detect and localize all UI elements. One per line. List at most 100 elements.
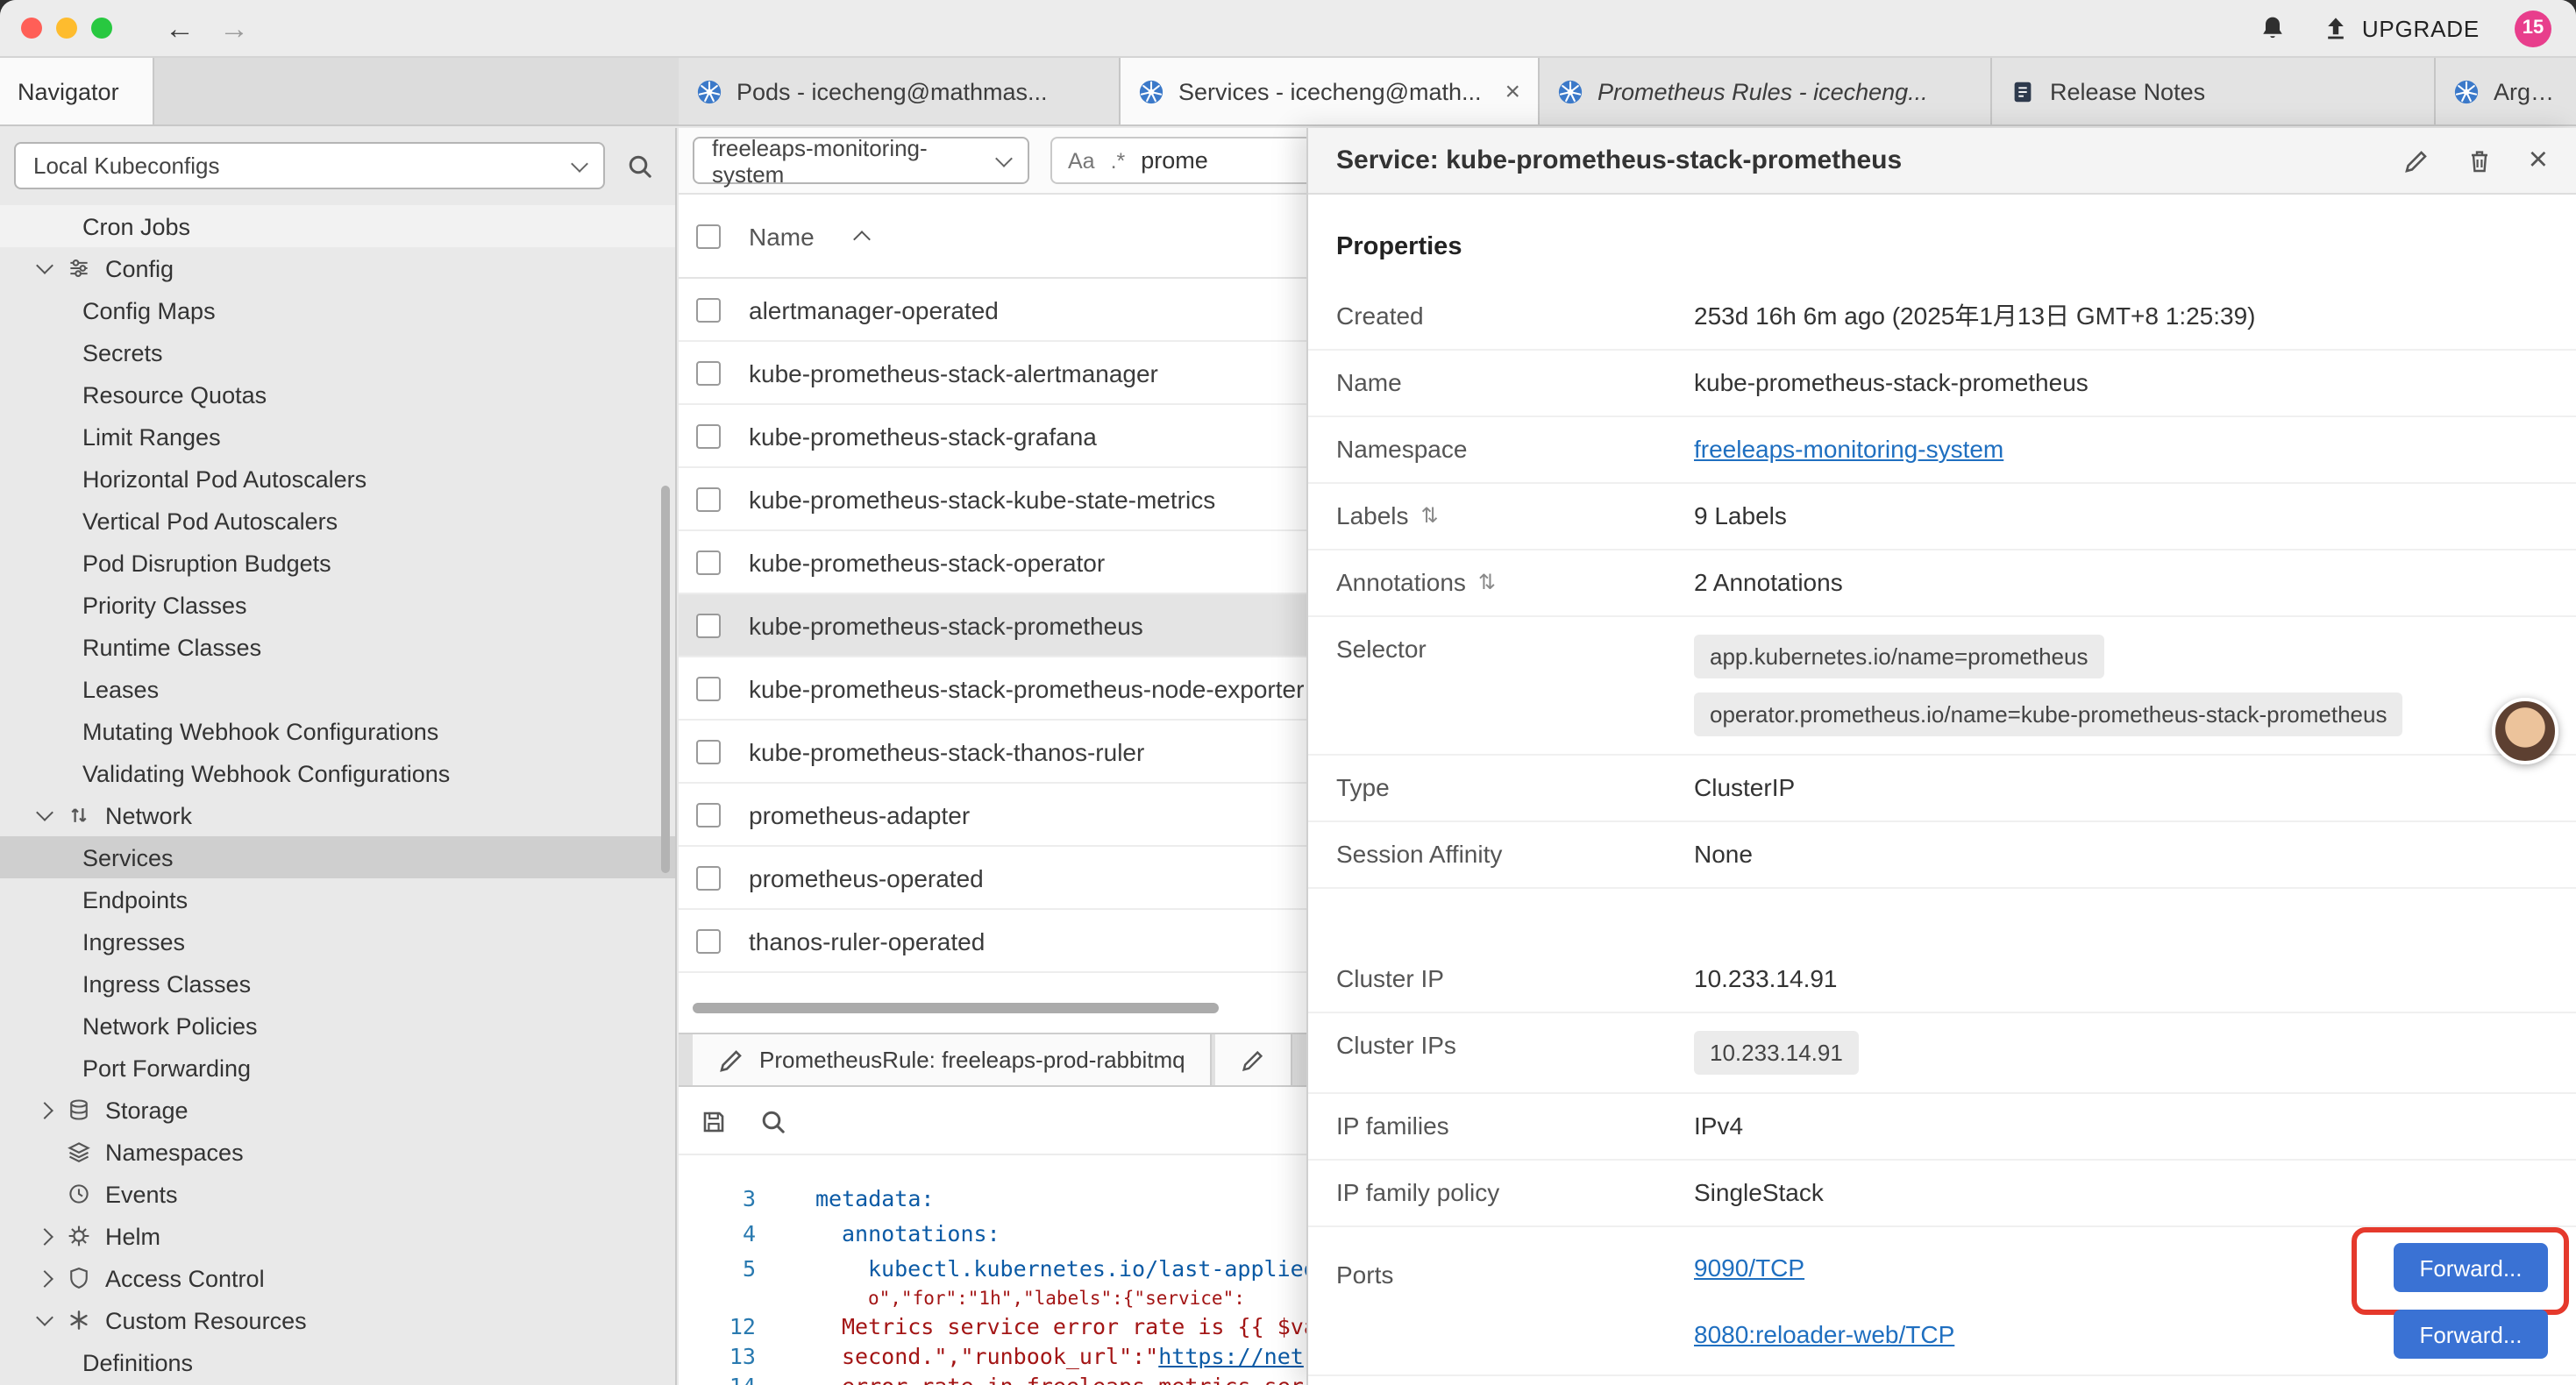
row-checkbox[interactable] xyxy=(696,928,721,953)
row-checkbox[interactable] xyxy=(696,676,721,700)
scrollbar-thumb[interactable] xyxy=(693,1003,1219,1013)
row-checkbox[interactable] xyxy=(696,297,721,322)
sidebar-item-ingresses[interactable]: Ingresses xyxy=(0,920,675,962)
sidebar-item-vertical-pod-autoscalers[interactable]: Vertical Pod Autoscalers xyxy=(0,500,675,542)
sidebar-item-definitions[interactable]: Definitions xyxy=(0,1341,675,1383)
service-name: kube-prometheus-stack-kube-state-metrics xyxy=(749,485,1215,513)
row-checkbox[interactable] xyxy=(696,487,721,511)
editor-tab-prometheusrule[interactable]: PrometheusRule: freeleaps-prod-rabbitmq xyxy=(693,1034,1212,1085)
sidebar-item-label: Config xyxy=(105,255,174,281)
sidebar-item-label: Mutating Webhook Configurations xyxy=(82,718,438,744)
sidebar-item-pod-disruption-budgets[interactable]: Pod Disruption Budgets xyxy=(0,542,675,584)
sidebar-item-ingress-classes[interactable]: Ingress Classes xyxy=(0,962,675,1005)
sidebar-item-namespaces[interactable]: Namespaces xyxy=(0,1131,675,1173)
forward-port-button[interactable]: Forward... xyxy=(2394,1243,2548,1292)
namespace-filter-select[interactable]: freeleaps-monitoring-system xyxy=(693,137,1029,184)
sidebar-item-port-forwarding[interactable]: Port Forwarding xyxy=(0,1047,675,1089)
tab-label: Prometheus Rules - icecheng... xyxy=(1598,78,1973,104)
line-number: 12 xyxy=(679,1311,756,1341)
name-column-header[interactable]: Name xyxy=(749,222,815,250)
expand-annotations-icon[interactable]: ⇅ xyxy=(1478,568,1496,598)
notifications-bell-icon[interactable] xyxy=(2259,14,2287,42)
row-checkbox[interactable] xyxy=(696,550,721,574)
sidebar-item-config[interactable]: Config xyxy=(0,247,675,289)
sidebar-item-label: Vertical Pod Autoscalers xyxy=(82,508,338,534)
row-checkbox[interactable] xyxy=(696,360,721,385)
row-checkbox[interactable] xyxy=(696,423,721,448)
zoom-window-button[interactable] xyxy=(91,18,112,39)
close-window-button[interactable] xyxy=(21,18,42,39)
regex-toggle[interactable]: .* xyxy=(1111,148,1126,173)
tab-argo[interactable]: Argo S xyxy=(2436,58,2576,124)
service-name: prometheus-adapter xyxy=(749,800,970,828)
back-icon[interactable]: ← xyxy=(165,13,195,43)
row-checkbox[interactable] xyxy=(696,802,721,827)
sidebar-item-custom-resources[interactable]: Custom Resources xyxy=(0,1299,675,1341)
select-all-checkbox[interactable] xyxy=(696,224,721,248)
sidebar-item-runtime-classes[interactable]: Runtime Classes xyxy=(0,626,675,668)
row-checkbox[interactable] xyxy=(696,739,721,764)
tab-close-icon[interactable]: × xyxy=(1505,76,1520,106)
sidebar-item-config-maps[interactable]: Config Maps xyxy=(0,289,675,331)
sidebar-item-resource-quotas[interactable]: Resource Quotas xyxy=(0,373,675,416)
editor-search-icon[interactable] xyxy=(759,1107,787,1135)
tab-pods[interactable]: Pods - icecheng@mathmas... xyxy=(679,58,1121,124)
chevron-down-icon xyxy=(36,804,53,821)
kubeconfig-select[interactable]: Local Kubeconfigs xyxy=(14,142,605,189)
chevron-spacer xyxy=(39,1188,51,1200)
port-link-8080[interactable]: 8080:reloader-web/TCP xyxy=(1694,1319,1954,1349)
sidebar-item-validating-webhook-configurations[interactable]: Validating Webhook Configurations xyxy=(0,752,675,794)
service-name: kube-prometheus-stack-operator xyxy=(749,548,1105,576)
sidebar-item-mutating-webhook-configurations[interactable]: Mutating Webhook Configurations xyxy=(0,710,675,752)
sidebar-item-label: Port Forwarding xyxy=(82,1055,251,1081)
row-checkbox[interactable] xyxy=(696,865,721,890)
tab-release-notes[interactable]: Release Notes xyxy=(1992,58,2436,124)
detail-value: None xyxy=(1694,840,1753,870)
forward-port-button[interactable]: Forward... xyxy=(2394,1310,2548,1359)
sidebar-item-limit-ranges[interactable]: Limit Ranges xyxy=(0,416,675,458)
sidebar-item-services[interactable]: Services xyxy=(0,836,675,878)
editor-tab-label: PrometheusRule: freeleaps-prod-rabbitmq xyxy=(759,1047,1185,1073)
drawer-header: Service: kube-prometheus-stack-prometheu… xyxy=(1308,128,2576,195)
detail-label: Created xyxy=(1336,302,1694,331)
tab-prometheus-rules[interactable]: Prometheus Rules - icecheng... xyxy=(1540,58,1992,124)
edit-pencil-icon[interactable] xyxy=(2402,146,2430,174)
sidebar-item-helm[interactable]: Helm xyxy=(0,1215,675,1257)
notification-badge[interactable]: 15 xyxy=(2515,10,2551,46)
sidebar-item-network-policies[interactable]: Network Policies xyxy=(0,1005,675,1047)
close-drawer-icon[interactable]: × xyxy=(2529,144,2548,177)
port-link-9090[interactable]: 9090/TCP xyxy=(1694,1253,1804,1282)
sort-asc-icon[interactable] xyxy=(854,231,872,248)
editor-tab-partial[interactable] xyxy=(1215,1034,1292,1085)
code-url: https://net xyxy=(1158,1343,1304,1369)
forward-icon[interactable]: → xyxy=(219,13,249,43)
sidebar-item-storage[interactable]: Storage xyxy=(0,1089,675,1131)
chevron-down-icon xyxy=(995,149,1013,167)
sidebar-item-leases[interactable]: Leases xyxy=(0,668,675,710)
sidebar-item-priority-classes[interactable]: Priority Classes xyxy=(0,584,675,626)
detail-value: IPv4 xyxy=(1694,1112,1743,1141)
sidebar-item-endpoints[interactable]: Endpoints xyxy=(0,878,675,920)
service-name: kube-prometheus-stack-prometheus-node-ex… xyxy=(749,674,1304,702)
expand-labels-icon[interactable]: ⇅ xyxy=(1421,501,1439,531)
minimize-window-button[interactable] xyxy=(56,18,77,39)
match-case-toggle[interactable]: Aa xyxy=(1068,148,1095,173)
sidebar-search-icon[interactable] xyxy=(626,152,654,180)
sidebar-item-label: Resource Quotas xyxy=(82,381,267,408)
sidebar-item-horizontal-pod-autoscalers[interactable]: Horizontal Pod Autoscalers xyxy=(0,458,675,500)
sidebar-item-secrets[interactable]: Secrets xyxy=(0,331,675,373)
namespace-link[interactable]: freeleaps-monitoring-system xyxy=(1694,435,2003,463)
sidebar-item-network[interactable]: Network xyxy=(0,794,675,836)
delete-trash-icon[interactable] xyxy=(2466,146,2494,174)
detail-value: ClusterIP xyxy=(1694,773,1795,803)
sidebar-scrollbar[interactable] xyxy=(661,486,670,873)
row-checkbox[interactable] xyxy=(696,613,721,637)
sidebar-item-cron-jobs[interactable]: Cron Jobs xyxy=(0,205,675,247)
service-name: kube-prometheus-stack-prometheus xyxy=(749,611,1143,639)
upgrade-button[interactable]: UPGRADE xyxy=(2322,14,2480,42)
save-icon[interactable] xyxy=(700,1107,728,1135)
user-avatar[interactable] xyxy=(2492,698,2558,764)
sidebar-item-events[interactable]: Events xyxy=(0,1173,675,1215)
sidebar-item-access-control[interactable]: Access Control xyxy=(0,1257,675,1299)
tab-services[interactable]: Services - icecheng@math... × xyxy=(1121,58,1540,124)
